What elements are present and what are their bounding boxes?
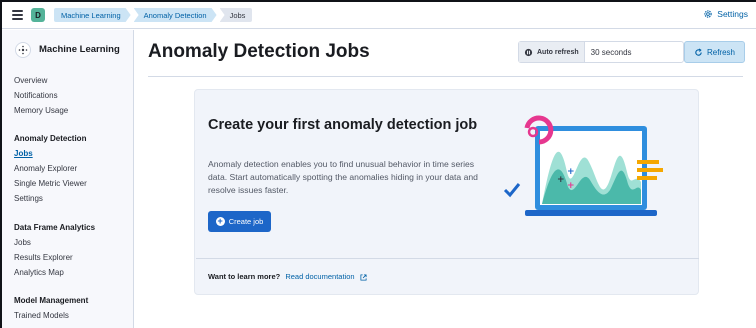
refresh-button[interactable]: Refresh (684, 41, 745, 63)
sidebar-item-anomaly-explorer[interactable]: Anomaly Explorer (14, 161, 87, 176)
sidebar-item-analytics-map[interactable]: Analytics Map (14, 265, 95, 280)
anomaly-detection-illustration: + + + (503, 115, 663, 216)
external-link-icon (360, 273, 367, 281)
read-documentation-link[interactable]: Read documentation (285, 272, 354, 281)
auto-refresh-control: Auto refresh 30 seconds (518, 41, 684, 63)
breadcrumb-anomaly-detection[interactable]: Anomaly Detection (134, 8, 217, 22)
sidebar-heading-model-management: Model Management (14, 296, 89, 305)
sidebar-item-ad-jobs[interactable]: Jobs (14, 146, 87, 161)
sidebar-item-ad-settings[interactable]: Settings (14, 191, 87, 206)
main-content: Anomaly Detection Jobs Auto refresh 30 s… (135, 30, 756, 328)
empty-state-panel: Create your first anomaly detection job … (194, 89, 699, 295)
auto-refresh-label: Auto refresh (537, 48, 579, 56)
breadcrumb: Machine Learning Anomaly Detection Jobs (54, 8, 255, 22)
svg-text:+: + (567, 167, 575, 177)
pause-clock-icon (524, 48, 533, 56)
sidebar-item-results-explorer[interactable]: Results Explorer (14, 250, 95, 265)
create-job-label: Create job (228, 217, 264, 226)
sidebar-heading-anomaly-detection: Anomaly Detection (14, 134, 87, 143)
learn-more-row: Want to learn more? Read documentation (208, 272, 367, 281)
title-divider (148, 76, 743, 77)
refresh-label: Refresh (706, 47, 735, 57)
breadcrumb-jobs: Jobs (219, 8, 253, 22)
plus-circle-icon: + (215, 216, 225, 226)
machine-learning-logo-icon (15, 42, 31, 58)
menu-icon[interactable] (12, 10, 23, 20)
sidebar-item-overview[interactable]: Overview (14, 73, 68, 88)
sidebar-item-memory-usage[interactable]: Memory Usage (14, 103, 68, 118)
window-frame-left (0, 0, 2, 328)
empty-state-title: Create your first anomaly detection job (208, 117, 478, 133)
settings-link[interactable]: Settings (703, 9, 748, 19)
learn-more-prefix: Want to learn more? (208, 272, 281, 281)
sidebar-group-anomaly-detection: Anomaly Detection Jobs Anomaly Explorer … (14, 131, 87, 206)
sidebar-item-single-metric-viewer[interactable]: Single Metric Viewer (14, 176, 87, 191)
sidebar-item-trained-models[interactable]: Trained Models (14, 308, 88, 323)
top-header: D Machine Learning Anomaly Detection Job… (2, 2, 756, 29)
empty-state-description: Anomaly detection enables you to find un… (208, 159, 478, 195)
sidebar-item-dfa-jobs[interactable]: Jobs (14, 235, 95, 250)
space-avatar[interactable]: D (31, 8, 45, 22)
auto-refresh-interval-field[interactable]: 30 seconds (585, 42, 683, 62)
sidebar-heading-data-frame-analytics: Data Frame Analytics (14, 223, 96, 232)
auto-refresh-toggle-button[interactable]: Auto refresh (519, 42, 585, 62)
breadcrumb-machine-learning[interactable]: Machine Learning (54, 8, 131, 22)
refresh-icon (695, 47, 702, 56)
window-frame-top (0, 0, 756, 2)
sidebar-group-model-management: Model Management Trained Models (14, 293, 88, 323)
panel-divider (196, 258, 699, 259)
sidebar-title: Machine Learning (39, 44, 120, 55)
page-title: Anomaly Detection Jobs (148, 41, 370, 62)
sidebar-top-items: Overview Notifications Memory Usage (14, 73, 68, 118)
sidebar-group-data-frame-analytics: Data Frame Analytics Jobs Results Explor… (14, 220, 95, 280)
gear-icon (704, 10, 712, 18)
sidebar-item-notifications[interactable]: Notifications (14, 88, 68, 103)
svg-text:+: + (557, 175, 565, 185)
svg-text:+: + (567, 181, 575, 191)
create-job-button[interactable]: + Create job (208, 211, 271, 232)
settings-label: Settings (717, 9, 748, 19)
sidebar: Machine Learning Overview Notifications … (2, 30, 134, 328)
